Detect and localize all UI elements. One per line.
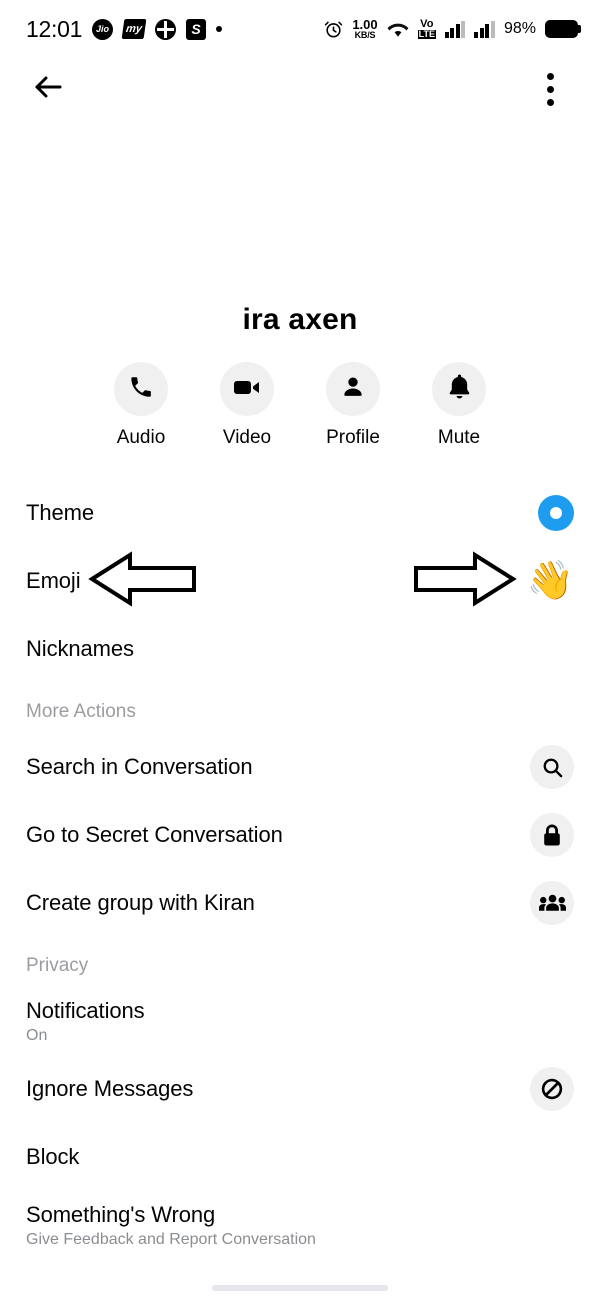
left-pointing-arrow-annotation [88,550,198,613]
section-header-more-actions: More Actions [26,701,136,722]
signal-bars-sim2 [474,20,495,38]
myjio-icon: my [121,19,147,39]
back-button[interactable] [26,67,70,111]
kebab-menu-icon [546,72,554,106]
profile-header: ira axen [0,120,600,340]
quick-action-audio[interactable]: Audio [109,362,173,449]
row-texts: Nicknames [26,636,134,662]
settings-row-nicknames[interactable]: Nicknames [0,615,600,683]
mute-button[interactable] [432,362,486,416]
blue-circle-swatch-icon[interactable] [538,495,574,531]
battery-icon [545,20,581,38]
right-pointing-arrow-annotation [412,550,517,613]
quick-actions-row: Audio Video Profile Mute [0,362,600,449]
circle-plus-icon [155,18,177,40]
quick-action-profile[interactable]: Profile [321,362,385,449]
back-arrow-icon [33,74,63,105]
status-bar-right: 1.00 KB/S Vo LTE 98% [324,17,581,40]
battery-percent: 98% [503,20,536,37]
row-subtitle: On [26,1026,48,1044]
row-title: Emoji [26,568,81,593]
row-title: Search in Conversation [26,754,253,779]
row-title: Theme [26,500,94,525]
row-title: Create group with Kiran [26,890,255,915]
video-button[interactable] [220,362,274,416]
settings-row-secret-conversation[interactable]: Go to Secret Conversation [0,801,600,869]
dot-icon [216,26,223,32]
avatar[interactable] [235,156,365,286]
video-camera-icon [233,374,261,405]
overflow-menu-button[interactable] [528,67,572,111]
status-time: 12:01 [26,15,83,42]
row-subtitle: Give Feedback and Report Conversation [26,1230,316,1248]
settings-row-emoji[interactable]: Emoji 👋 [0,547,600,615]
row-texts: Block [26,1144,79,1170]
row-title: Something's Wrong [26,1201,216,1227]
quick-action-label: Profile [326,427,380,448]
emoji-value[interactable]: 👋 [527,562,574,600]
s-app-icon: S [186,18,207,40]
settings-row-notifications[interactable]: Notifications On [0,987,600,1055]
row-title: Ignore Messages [26,1076,194,1101]
quick-action-label: Audio [116,427,166,448]
profile-button[interactable] [326,362,380,416]
alarm-icon [324,20,343,39]
quick-action-label: Mute [437,427,481,448]
audio-button[interactable] [114,362,168,416]
jio-icon: Jio [92,18,114,40]
quick-action-label: Video [222,427,272,448]
row-title: Block [26,1144,80,1169]
home-indicator [212,1285,388,1291]
lock-icon[interactable] [530,813,574,857]
settings-row-search-in-conversation[interactable]: Search in Conversation [0,733,600,801]
row-texts: Theme [26,500,94,526]
volte-icon: Vo LTE [417,18,436,39]
top-navigation-bar [0,58,600,120]
group-people-icon[interactable] [530,881,574,925]
row-texts: Search in Conversation [26,754,253,780]
messenger-conversation-settings-screen: 12:01 Jio my S 1.00 KB/S Vo LTE 98% ira … [0,0,600,1300]
quick-action-mute[interactable]: Mute [427,362,491,449]
person-icon [340,374,366,405]
row-texts: Something's Wrong Give Feedback and Repo… [26,1202,316,1249]
row-texts: Emoji [26,568,81,594]
settings-row-block[interactable]: Block [0,1123,600,1191]
row-texts: Notifications On [26,998,145,1045]
section-header-privacy: Privacy [26,955,89,976]
row-title: Go to Secret Conversation [26,822,283,847]
network-speed-indicator: 1.00 KB/S [352,17,378,40]
quick-action-video[interactable]: Video [215,362,279,449]
row-texts: Ignore Messages [26,1076,193,1102]
status-bar-left: 12:01 Jio my S [26,15,223,43]
wifi-icon [387,20,409,38]
settings-row-somethings-wrong[interactable]: Something's Wrong Give Feedback and Repo… [0,1191,600,1259]
row-title: Nicknames [26,636,134,661]
row-texts: Go to Secret Conversation [26,822,283,848]
settings-row-ignore-messages[interactable]: Ignore Messages [0,1055,600,1123]
settings-row-create-group[interactable]: Create group with Kiran [0,869,600,937]
search-icon[interactable] [530,745,574,789]
row-title: Notifications [26,997,145,1023]
signal-bars-sim1 [444,20,466,38]
page-title: ira axen [242,303,358,336]
ignore-slash-icon[interactable] [530,1067,574,1111]
phone-icon [128,374,154,405]
status-bar: 12:01 Jio my S 1.00 KB/S Vo LTE 98% [0,0,600,58]
settings-row-theme[interactable]: Theme [0,479,600,547]
settings-list: Theme Emoji 👋 Nicknames More Actions Sea… [0,479,600,1259]
row-texts: Create group with Kiran [26,890,255,916]
bell-icon [447,373,472,405]
